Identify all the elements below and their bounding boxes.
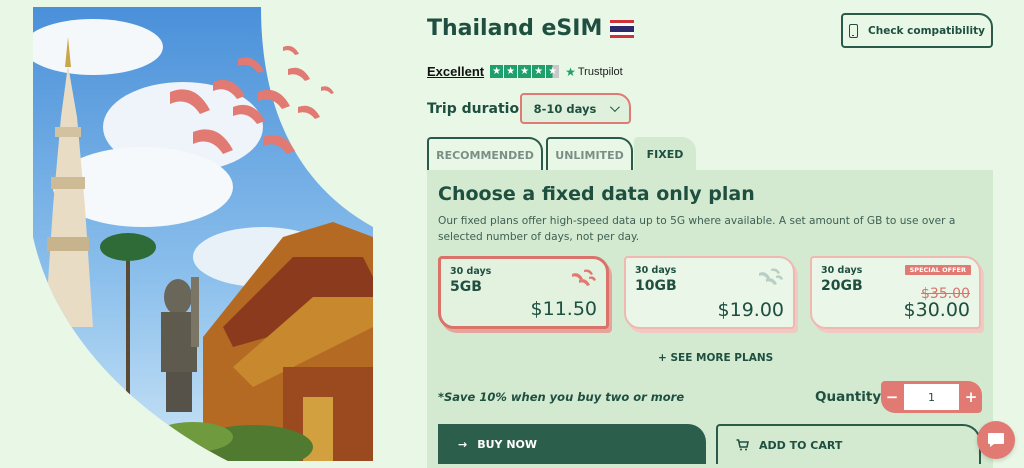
plan-price: $11.50	[530, 298, 597, 320]
quantity-label: Quantity	[815, 389, 882, 405]
trustpilot-rating[interactable]: Excellent ★ ★ ★ ★ ★ ★ Trustpilot	[427, 64, 623, 79]
star-icon: ★	[518, 65, 532, 78]
panel-description: Our fixed plans offer high-speed data up…	[438, 215, 956, 243]
plan-data: 20GB	[821, 278, 863, 294]
chat-button[interactable]	[977, 421, 1015, 459]
thailand-flag-icon	[610, 19, 635, 38]
add-to-cart-label: ADD TO CART	[759, 438, 843, 452]
plan-data: 10GB	[635, 278, 677, 294]
save-note: *Save 10% when you buy two or more	[438, 390, 685, 404]
trustpilot-rating-text: Excellent	[427, 64, 485, 79]
star-icon: ★	[532, 65, 546, 78]
plan-days: 30 days	[821, 265, 863, 276]
quantity-decrease-button[interactable]: −	[881, 381, 903, 413]
brush-marks-icon	[759, 268, 783, 285]
see-more-plans-link[interactable]: + SEE MORE PLANS	[658, 352, 773, 364]
check-compatibility-label: Check compatibility	[868, 24, 985, 37]
chevron-down-icon	[610, 102, 621, 113]
page-title: Thailand eSIM	[427, 16, 635, 41]
add-to-cart-button[interactable]: ADD TO CART	[716, 424, 981, 464]
quantity-increase-button[interactable]: +	[960, 381, 982, 413]
quantity-input[interactable]	[904, 384, 959, 410]
star-icon: ★	[490, 65, 504, 78]
special-offer-badge: SPECIAL OFFER	[904, 265, 971, 275]
plan-days: 30 days	[450, 266, 492, 277]
plan-card-20gb[interactable]: 30 days 20GB SPECIAL OFFER $35.00 $30.00	[810, 256, 981, 329]
plan-data: 5GB	[450, 279, 482, 295]
phone-icon	[849, 23, 859, 38]
page-title-text: Thailand eSIM	[427, 16, 603, 41]
panel-title: Choose a fixed data only plan	[438, 183, 755, 205]
plan-card-10gb[interactable]: 30 days 10GB $19.00	[624, 256, 795, 329]
trip-duration-select[interactable]: 8-10 days	[520, 93, 631, 124]
buy-now-label: BUY NOW	[477, 437, 538, 451]
tab-recommended[interactable]: RECOMMENDED	[427, 137, 543, 171]
tab-unlimited[interactable]: UNLIMITED	[546, 137, 633, 171]
trustpilot-logo: ★ Trustpilot	[565, 65, 623, 79]
trustpilot-brand-text: Trustpilot	[577, 65, 623, 78]
plan-days: 30 days	[635, 265, 677, 276]
star-icon: ★	[504, 65, 518, 78]
plan-card-5gb[interactable]: 30 days 5GB $11.50	[438, 256, 609, 329]
trustpilot-stars: ★ ★ ★ ★ ★	[490, 65, 560, 78]
arrow-right-icon: →	[458, 437, 468, 451]
cart-icon	[736, 439, 749, 451]
star-half-icon: ★	[546, 65, 560, 78]
buy-now-button[interactable]: → BUY NOW	[438, 424, 706, 464]
trip-duration-label: Trip duration	[427, 101, 530, 117]
plan-price: $30.00	[903, 299, 970, 321]
brush-marks-icon	[572, 269, 596, 286]
tab-fixed[interactable]: FIXED	[634, 137, 696, 171]
plan-price: $19.00	[717, 299, 784, 321]
chat-icon	[988, 433, 1004, 447]
hero-image	[33, 7, 373, 461]
fixed-plans-panel: Choose a fixed data only plan Our fixed …	[427, 170, 993, 468]
trip-duration-value: 8-10 days	[533, 101, 597, 116]
trustpilot-star-icon: ★	[565, 64, 576, 79]
quantity-stepper: − +	[881, 381, 982, 413]
check-compatibility-button[interactable]: Check compatibility	[841, 13, 993, 48]
